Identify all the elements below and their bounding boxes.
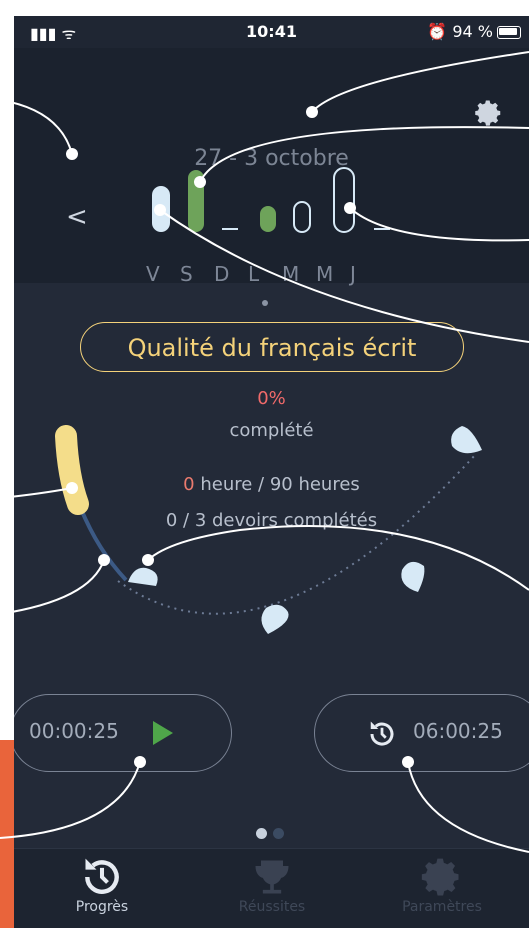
- history-timer-button[interactable]: 06:00:25: [314, 694, 529, 772]
- trophy-icon: [255, 860, 289, 894]
- page-dot-active[interactable]: [256, 828, 267, 839]
- day-label: L: [248, 262, 260, 286]
- bar-s: [188, 170, 204, 232]
- day-label: D: [214, 262, 230, 286]
- target-time: 06:00:25: [413, 719, 503, 743]
- weekday-labels: VSDLMMJ: [146, 262, 384, 286]
- history-icon: [85, 858, 119, 894]
- battery-icon: [497, 26, 521, 39]
- side-accent-strip: [0, 740, 14, 928]
- battery-text: ⏰ 94 %: [427, 22, 493, 41]
- play-icon: [153, 721, 173, 745]
- bar-j: [374, 228, 390, 230]
- day-label: M: [316, 262, 334, 286]
- week-header: 27 - 3 octobre < VSDLMMJ: [14, 48, 529, 306]
- page-dot[interactable]: [273, 828, 284, 839]
- elapsed-time: 00:00:25: [29, 719, 119, 743]
- bar-d: [222, 228, 238, 230]
- previous-week-chevron-icon[interactable]: <: [66, 202, 88, 232]
- tab-reussites[interactable]: Réussites: [202, 855, 342, 915]
- progress-arc: [55, 425, 482, 634]
- history-icon: [370, 721, 394, 746]
- tab-label: Paramètres: [402, 899, 482, 915]
- bar-v: [152, 186, 170, 232]
- day-label: M: [282, 262, 300, 286]
- day-label: V: [146, 262, 160, 286]
- status-bar: ▮▮▮ ᯤ 10:41 ⏰ 94 %: [14, 16, 529, 48]
- tab-parametres[interactable]: Paramètres: [372, 855, 512, 915]
- tab-label: Progrès: [75, 899, 129, 915]
- day-label: J: [350, 262, 356, 286]
- page-indicator: [256, 824, 290, 843]
- phone-screen: ▮▮▮ ᯤ 10:41 ⏰ 94 % 27 - 3 octobre < VSDL…: [14, 16, 529, 928]
- bar-m2: [333, 167, 355, 233]
- settings-gear-icon[interactable]: [474, 98, 504, 128]
- day-label: S: [180, 262, 193, 286]
- start-timer-button[interactable]: 00:00:25: [14, 694, 232, 772]
- week-activity-bars: [152, 167, 390, 233]
- milestone-marker: [128, 426, 482, 634]
- gear-icon: [421, 858, 459, 896]
- progress-yellow-segment: [55, 425, 89, 515]
- alarm-icon: ⏰: [427, 22, 448, 41]
- bar-m1: [293, 201, 311, 233]
- tab-bar: Progrès Réussites Paramètres: [14, 848, 529, 928]
- header-page-dot: [262, 300, 268, 306]
- bar-l: [260, 206, 276, 232]
- tab-label: Réussites: [238, 899, 306, 915]
- course-title[interactable]: Qualité du français écrit: [80, 322, 464, 372]
- tab-progres[interactable]: Progrès: [32, 855, 172, 915]
